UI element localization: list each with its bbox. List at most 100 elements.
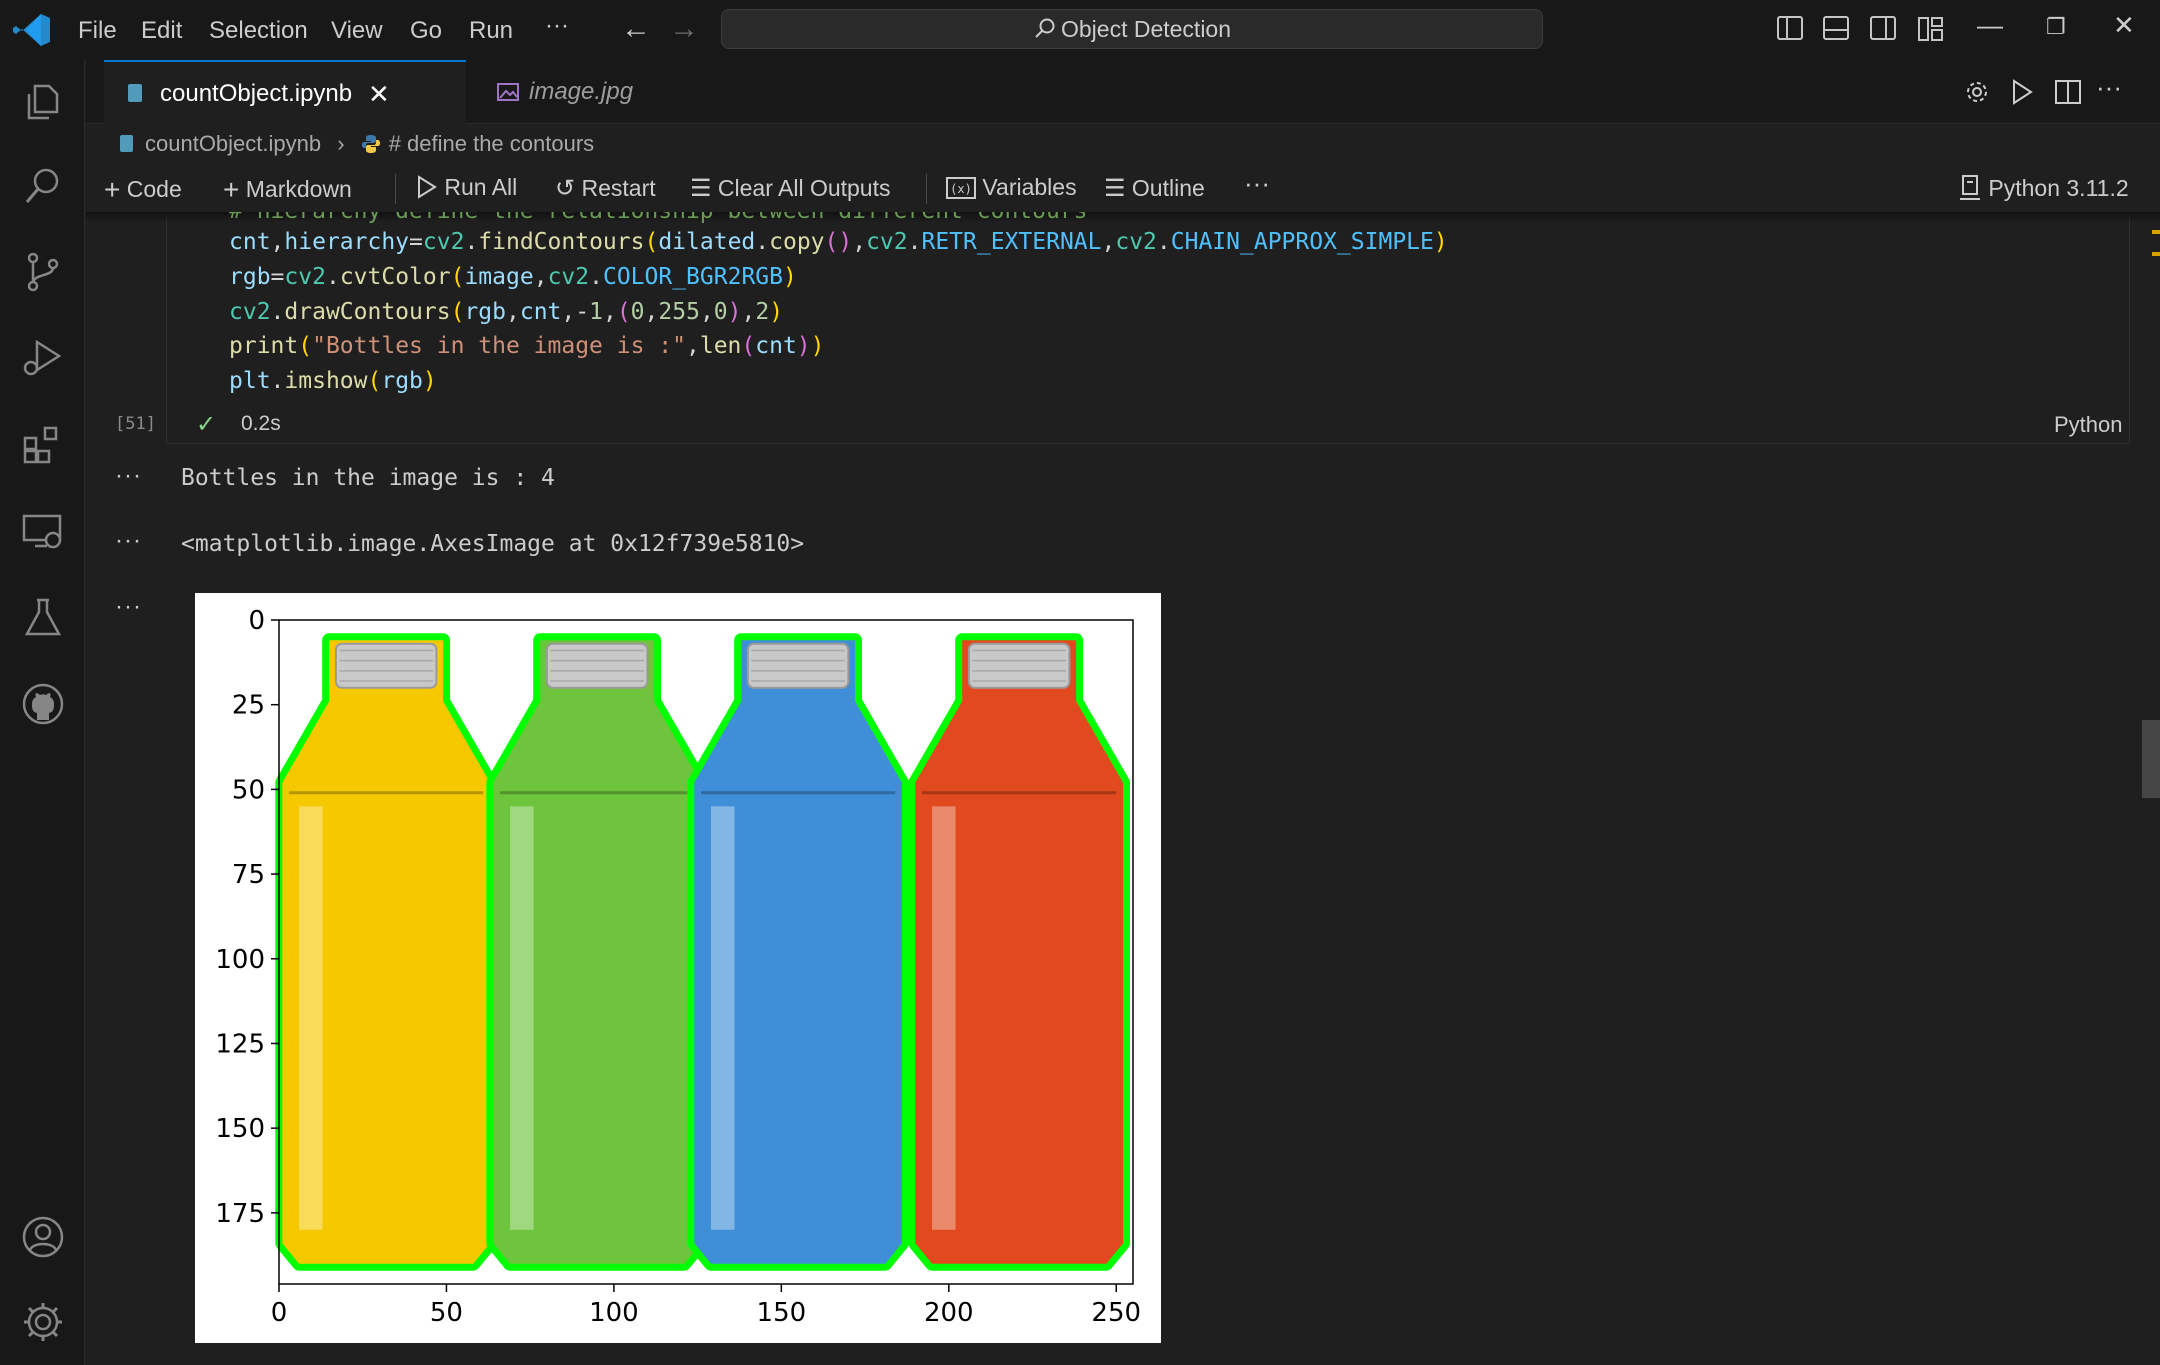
source-control-icon[interactable] [21, 250, 65, 294]
tab-countobject-notebook[interactable]: countObject.ipynb ✕ [104, 60, 466, 124]
plus-icon: + [223, 174, 240, 205]
y-tick-label: 100 [215, 945, 265, 975]
back-arrow-icon[interactable]: ← [621, 12, 651, 46]
activity-bar [0, 60, 85, 1365]
code-comment: # hierarchy define the relationship betw… [229, 212, 1088, 224]
add-markdown-cell-button[interactable]: + Markdown [223, 174, 352, 206]
y-tick-label: 25 [232, 691, 265, 721]
restart-icon: ↺ [555, 175, 576, 202]
more-actions-button[interactable]: ··· [2096, 72, 2122, 103]
restore-icon[interactable]: ❐ [2046, 14, 2066, 40]
notebook-settings-gear-icon[interactable] [1963, 78, 1991, 106]
bottle-highlight [711, 806, 735, 1230]
vscode-logo-icon[interactable] [12, 12, 52, 48]
toolbar-more-button[interactable]: ··· [1244, 168, 1270, 199]
testing-icon[interactable] [21, 596, 65, 640]
forward-arrow-icon[interactable]: → [669, 12, 699, 46]
github-icon[interactable] [21, 682, 65, 726]
extensions-icon[interactable] [21, 422, 65, 466]
menu-run[interactable]: Run [469, 17, 513, 45]
add-code-label: Code [126, 176, 182, 202]
command-center-search[interactable]: Object Detection [721, 9, 1543, 49]
kernel-picker[interactable]: Python 3.11.2 [1958, 174, 2129, 202]
code-line-3: cv2.drawContours(rgb,cnt,-1,(0,255,0),2) [229, 299, 784, 325]
tab-close-icon[interactable]: ✕ [368, 62, 390, 126]
bottle-highlight [299, 806, 323, 1230]
run-notebook-icon[interactable] [2010, 79, 2034, 105]
toggle-panel-icon[interactable] [1823, 16, 1849, 40]
split-editor-icon[interactable] [2054, 79, 2082, 105]
notebook-file-icon [128, 84, 142, 102]
remote-explorer-icon[interactable] [21, 510, 65, 554]
cell-language-picker[interactable]: Python [2054, 412, 2123, 438]
variables-label: Variables [982, 174, 1077, 200]
outline-icon: ☰ [1104, 175, 1126, 202]
overview-ruler-marker [2152, 252, 2160, 256]
editor-tab-bar: countObject.ipynb ✕ image.jpg ··· [86, 60, 2160, 124]
y-tick-label: 175 [215, 1199, 265, 1229]
tab-label: countObject.ipynb [160, 80, 353, 107]
svg-text:(x): (x) [950, 182, 972, 196]
close-window-icon[interactable]: ✕ [2113, 10, 2135, 41]
x-tick-label: 100 [589, 1298, 639, 1328]
clear-all-outputs-button[interactable]: ☰ Clear All Outputs [690, 174, 891, 203]
breadcrumb-symbol[interactable]: # define the contours [389, 131, 594, 156]
code-line-4: print("Bottles in the image is :",len(cn… [229, 333, 825, 359]
breadcrumb-file[interactable]: countObject.ipynb [145, 131, 321, 156]
menu-edit[interactable]: Edit [141, 17, 182, 45]
code-line-1: cnt,hierarchy=cv2.findContours(dilated.c… [229, 229, 1448, 255]
x-tick-label: 50 [430, 1298, 463, 1328]
restart-kernel-button[interactable]: ↺ Restart [555, 174, 656, 203]
output-menu-button[interactable]: ··· [115, 527, 142, 555]
scrollbar-thumb[interactable] [2142, 720, 2160, 798]
y-tick-label: 75 [232, 860, 265, 890]
search-view-icon[interactable] [21, 164, 65, 208]
plot-figure: 0 50 100 150 200 250 0 25 50 75 100 125 150 175 [215, 606, 1141, 1328]
y-tick-label: 150 [215, 1114, 265, 1144]
notebook-toolbar: + Code + Markdown Run All ↺ Restart ☰ Cl… [86, 168, 2160, 212]
x-tick-label: 200 [924, 1298, 974, 1328]
customize-layout-icon[interactable] [1917, 15, 1945, 43]
variables-icon: (x) [946, 177, 976, 199]
output-menu-button[interactable]: ··· [115, 593, 142, 621]
python-icon [361, 135, 380, 153]
tab-label: image.jpg [529, 78, 634, 105]
run-all-icon [418, 175, 437, 199]
accounts-icon[interactable] [21, 1215, 65, 1259]
x-tick-label: 150 [757, 1298, 807, 1328]
breadcrumb: countObject.ipynb › # define the contour… [120, 131, 594, 161]
partial-comment-line: # hierarchy define the relationship betw… [166, 212, 2126, 228]
y-tick-label: 50 [232, 775, 265, 805]
menu-selection[interactable]: Selection [209, 17, 308, 45]
tab-image-jpg[interactable]: image.jpg [481, 60, 681, 124]
search-icon [1035, 18, 1055, 38]
menu-view[interactable]: View [331, 17, 383, 45]
title-bar: File Edit Selection View Go Run ··· ← → … [0, 0, 2160, 60]
run-debug-icon[interactable] [21, 336, 65, 380]
toolbar-divider [395, 174, 396, 204]
output-menu-button[interactable]: ··· [115, 462, 142, 490]
code-line-5: plt.imshow(rgb) [229, 368, 437, 394]
add-code-cell-button[interactable]: + Code [104, 174, 182, 206]
x-tick-label: 0 [271, 1298, 288, 1328]
toggle-primary-sidebar-icon[interactable] [1777, 16, 1803, 40]
manage-gear-icon[interactable] [21, 1300, 65, 1344]
outline-label: Outline [1131, 175, 1205, 201]
minimize-icon[interactable]: — [1977, 10, 2003, 41]
overview-ruler-marker [2152, 230, 2160, 234]
toggle-secondary-sidebar-icon[interactable] [1870, 16, 1896, 40]
output-print-text: Bottles in the image is : 4 [181, 465, 555, 491]
menu-go[interactable]: Go [410, 17, 442, 45]
bottle-highlight [932, 806, 956, 1230]
run-all-button[interactable]: Run All [416, 174, 517, 201]
explorer-icon[interactable] [21, 80, 65, 124]
variables-button[interactable]: (x) Variables [946, 174, 1077, 201]
code-line-2: rgb=cv2.cvtColor(image,cv2.COLOR_BGR2RGB… [229, 264, 797, 290]
menu-more-button[interactable]: ··· [545, 12, 569, 40]
x-tick-label: 250 [1091, 1298, 1141, 1328]
menu-file[interactable]: File [78, 17, 117, 45]
clear-outputs-label: Clear All Outputs [717, 175, 891, 201]
bottle-highlight [510, 806, 534, 1230]
matplotlib-output-image: 0 50 100 150 200 250 0 25 50 75 100 125 150 175 [195, 593, 1161, 1343]
outline-button[interactable]: ☰ Outline [1104, 174, 1205, 203]
